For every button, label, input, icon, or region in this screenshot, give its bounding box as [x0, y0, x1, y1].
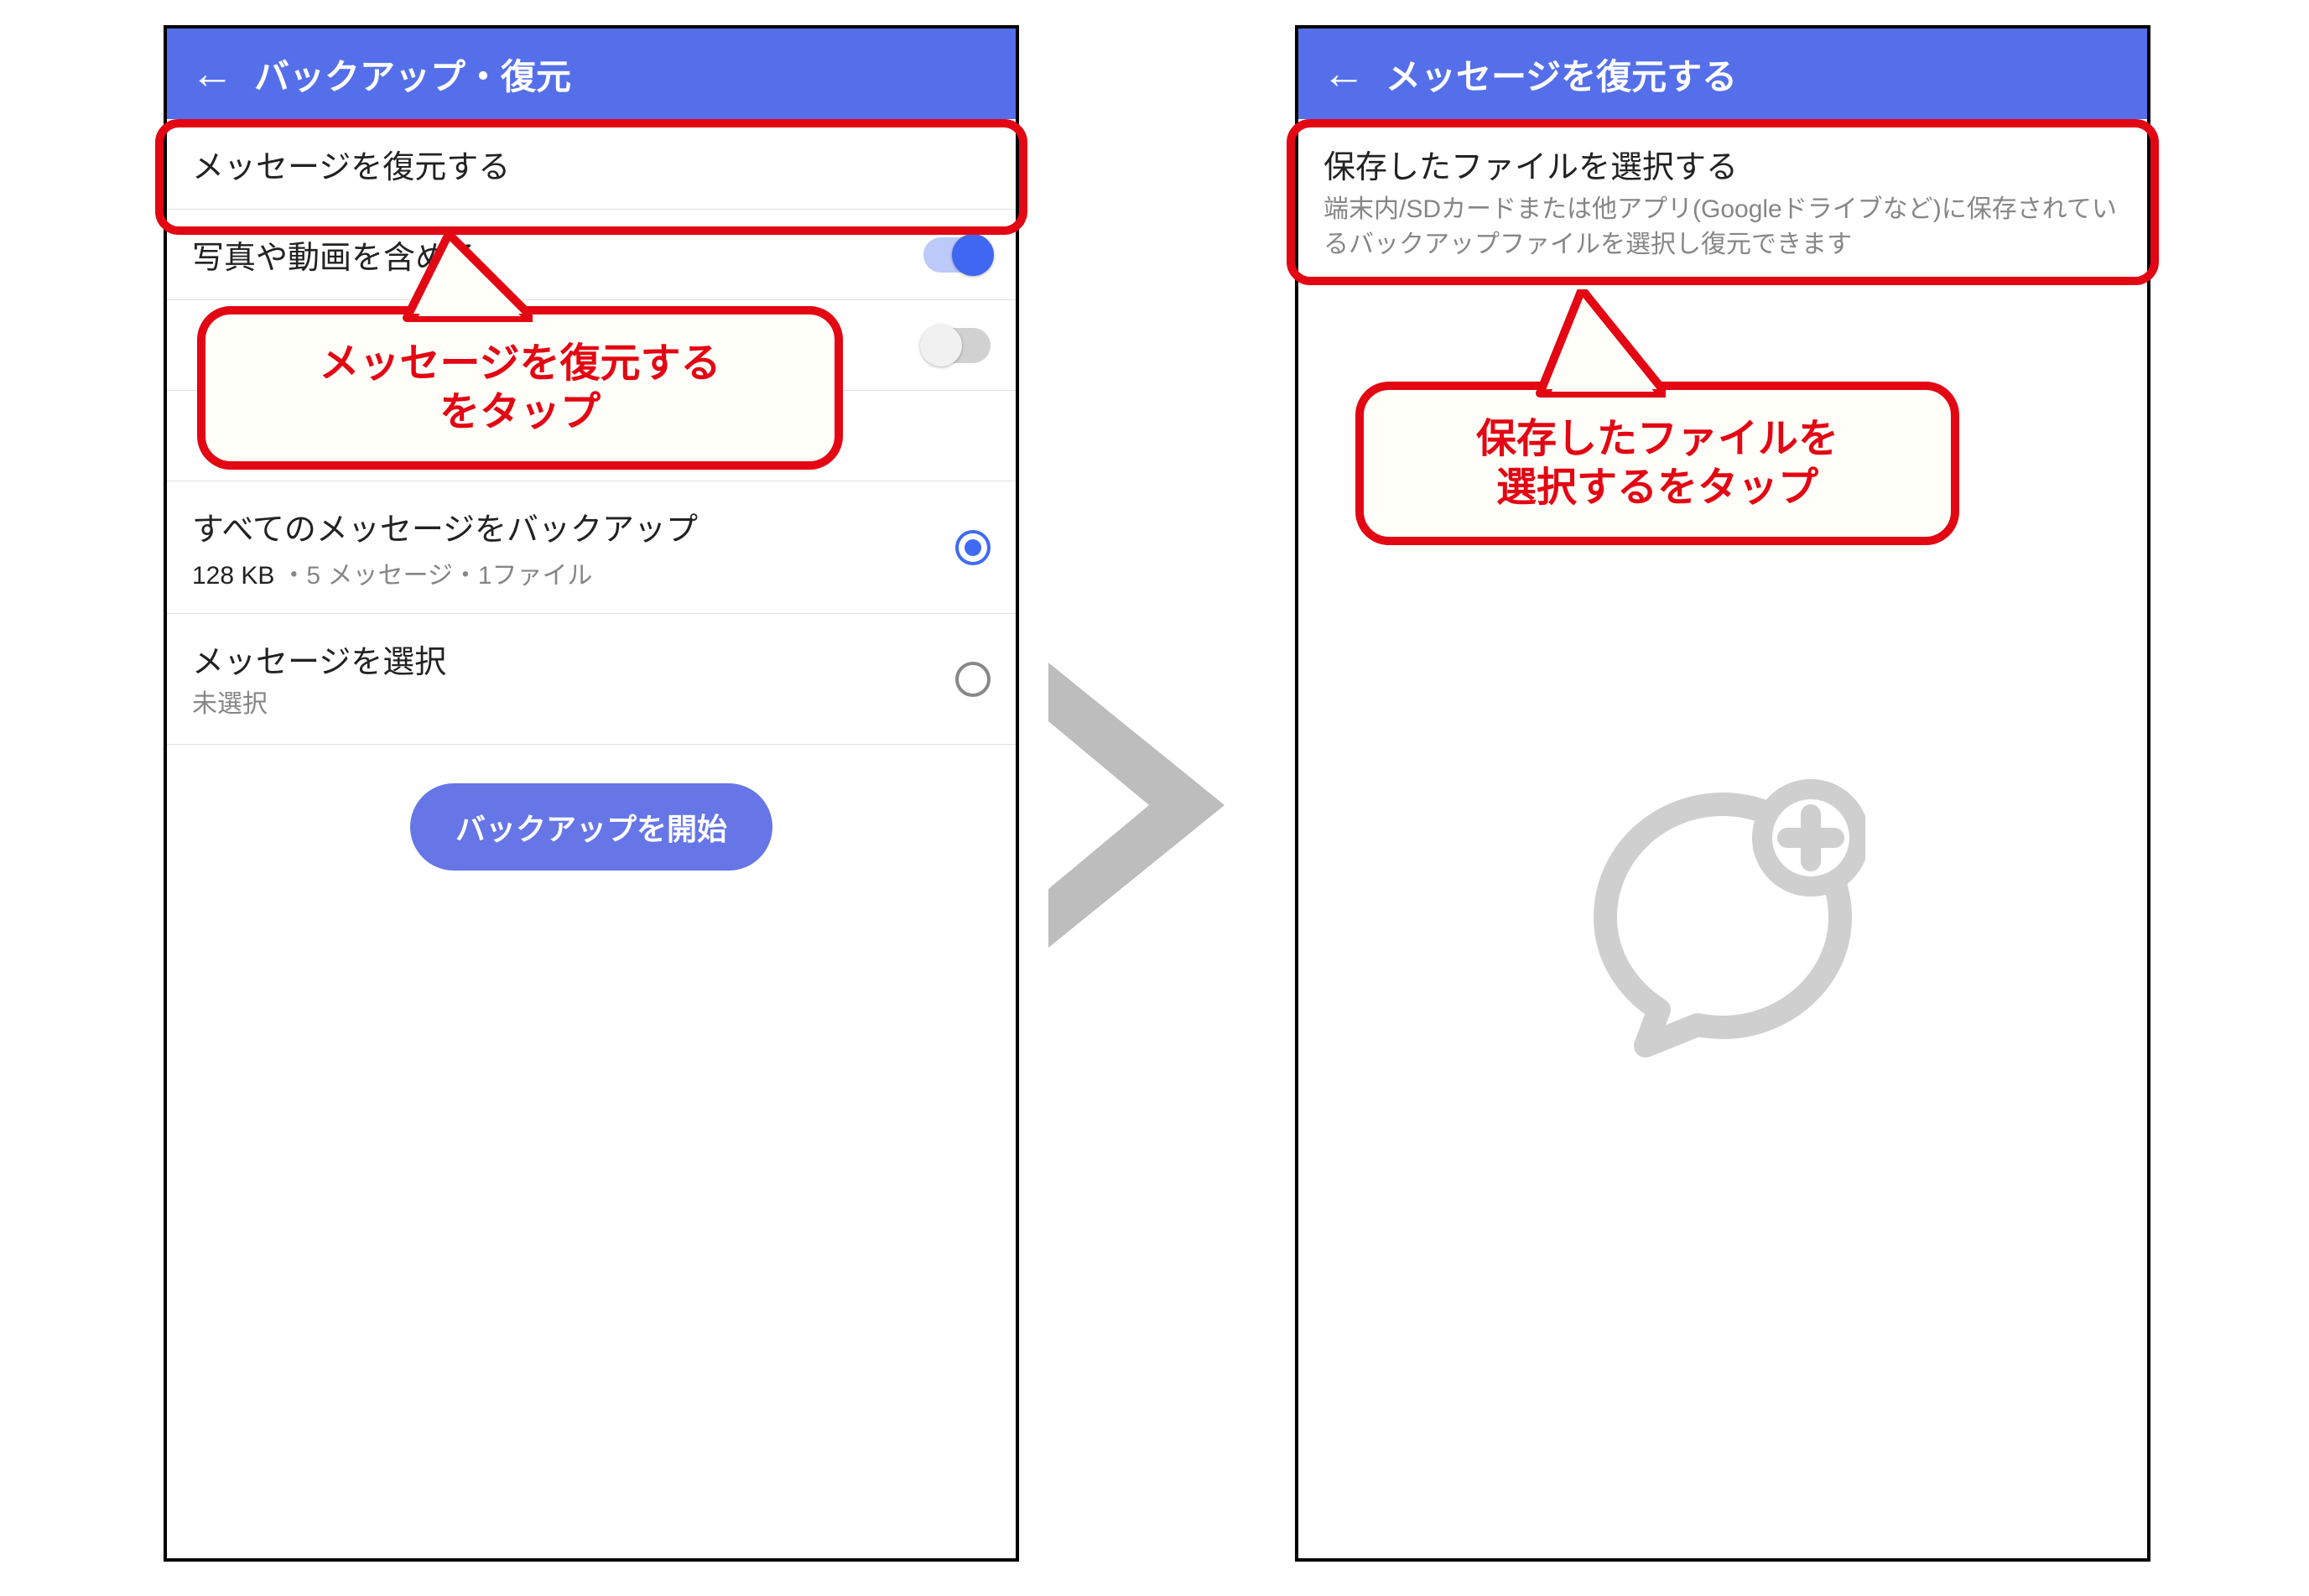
row-sub: 端末内/SDカードまたは他アプリ(Googleドライブなど)に保存されているバッ…: [1324, 192, 2122, 263]
app-bar-title: メッセージを復元する: [1386, 49, 1737, 100]
radio-select-messages[interactable]: [955, 662, 991, 697]
app-bar: ← バックアップ・復元: [167, 29, 1016, 119]
toggle-obscured[interactable]: [923, 328, 991, 363]
row-label: 保存したファイルを選択する: [1324, 141, 2122, 187]
add-chat-bubble-icon: [1580, 779, 1865, 1064]
callout-tail-icon: [1532, 289, 1666, 398]
row-select-messages[interactable]: メッセージを選択 未選択: [167, 614, 1016, 745]
row-pick-file[interactable]: 保存したファイルを選択する 端末内/SDカードまたは他アプリ(Googleドライ…: [1298, 119, 2147, 285]
next-arrow-icon: [1040, 654, 1258, 956]
backup-detail: ・5 メッセージ・1ファイル: [281, 554, 592, 591]
backup-size: 128 KB: [192, 562, 274, 590]
callout-line2: 選択するをタップ: [1496, 465, 1818, 510]
callout-tail-icon: [398, 234, 533, 323]
phone-restore: ← メッセージを復元する 保存したファイルを選択する 端末内/SDカードまたは他…: [1295, 25, 2150, 1562]
start-backup-button[interactable]: バックアップを開始: [410, 783, 772, 871]
callout-restore: メッセージを復元するをタップ: [197, 306, 843, 470]
callout-pick-file: 保存したファイルを選択するをタップ: [1355, 382, 1959, 545]
row-label: メッセージを選択: [192, 636, 446, 682]
back-arrow-icon[interactable]: ←: [1322, 52, 1365, 96]
row-sub: 未選択: [192, 687, 446, 722]
row-include-media[interactable]: 写真や動画を含める: [167, 210, 1016, 300]
row-label: メッセージを復元する: [192, 141, 991, 187]
row-backup-all[interactable]: すべてのメッセージをバックアップ 128 KB ・5 メッセージ・1ファイル: [167, 481, 1016, 614]
callout-line1: 保存したファイルを: [1476, 417, 1838, 461]
callout-line1: メッセージを復元する: [319, 341, 720, 386]
radio-backup-all[interactable]: [955, 530, 991, 565]
app-bar-title: バックアップ・復元: [254, 49, 571, 100]
row-label: すべてのメッセージをバックアップ: [192, 503, 698, 549]
callout-line2: をタップ: [439, 390, 601, 434]
toggle-include-media[interactable]: [923, 237, 991, 273]
phone-backup-restore: ← バックアップ・復元 メッセージを復元する 写真や動画を含める すべてのメッセ…: [164, 25, 1019, 1562]
app-bar: ← メッセージを復元する: [1298, 29, 2147, 119]
back-arrow-icon[interactable]: ←: [190, 52, 234, 96]
button-area: バックアップを開始: [167, 745, 1016, 909]
row-restore-messages[interactable]: メッセージを復元する: [167, 119, 1016, 210]
